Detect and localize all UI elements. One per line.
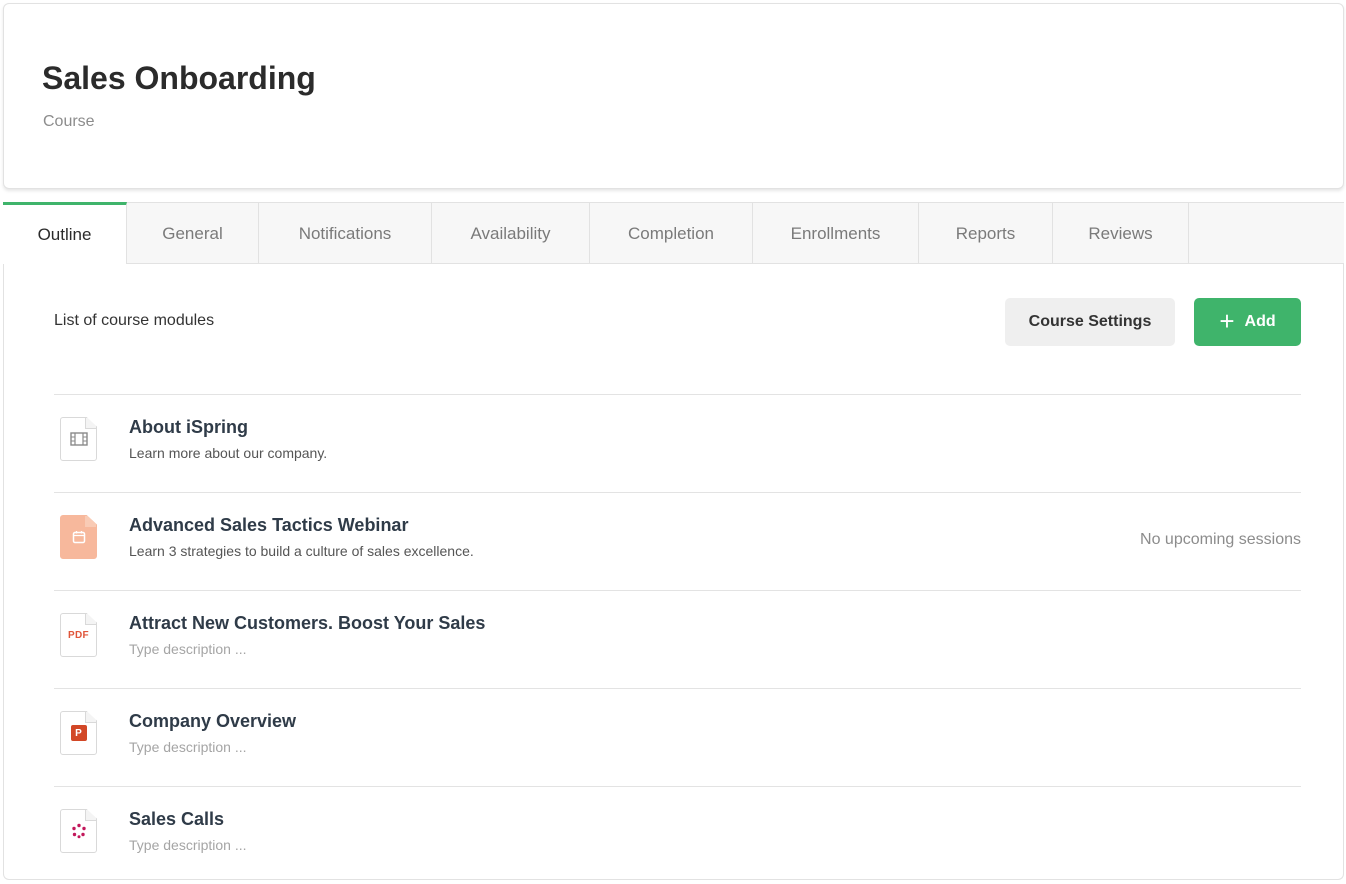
tab-reports[interactable]: Reports	[919, 203, 1053, 264]
ispring-interaction-icon	[60, 809, 97, 853]
video-file-icon	[60, 417, 97, 461]
webinar-calendar-icon	[60, 515, 97, 559]
course-settings-button[interactable]: Course Settings	[1005, 298, 1175, 346]
plus-icon: +	[1219, 306, 1235, 336]
tab-notifications[interactable]: Notifications	[259, 203, 432, 264]
tab-general[interactable]: General	[127, 203, 259, 264]
course-header: Sales Onboarding Course	[3, 3, 1344, 189]
tab-availability[interactable]: Availability	[432, 203, 590, 264]
page-title: Sales Onboarding	[42, 60, 316, 96]
powerpoint-file-icon: P	[60, 711, 97, 755]
module-title[interactable]: About iSpring	[129, 417, 248, 438]
module-item[interactable]: P Company Overview Type description ...	[54, 688, 1301, 786]
module-list: About iSpring Learn more about our compa…	[54, 394, 1301, 884]
tab-outline[interactable]: Outline	[3, 202, 127, 264]
module-title[interactable]: Company Overview	[129, 711, 296, 732]
pdf-label: PDF	[68, 629, 89, 641]
tab-enrollments[interactable]: Enrollments	[753, 203, 919, 264]
module-item[interactable]: About iSpring Learn more about our compa…	[54, 394, 1301, 492]
list-caption: List of course modules	[54, 312, 215, 329]
add-button-label: Add	[1244, 313, 1276, 330]
module-title[interactable]: Sales Calls	[129, 809, 224, 830]
tab-reviews[interactable]: Reviews	[1053, 203, 1189, 264]
module-description: Type description ...	[129, 641, 247, 657]
module-item[interactable]: Sales Calls Type description ...	[54, 786, 1301, 884]
page-subtitle: Course	[43, 113, 95, 130]
module-description: Learn more about our company.	[129, 445, 328, 461]
tab-bar: Outline General Notifications Availabili…	[3, 202, 1344, 264]
module-status: No upcoming sessions	[1140, 531, 1301, 548]
tab-completion[interactable]: Completion	[590, 203, 753, 264]
module-description: Learn 3 strategies to build a culture of…	[129, 543, 474, 559]
module-item[interactable]: PDF Attract New Customers. Boost Your Sa…	[54, 590, 1301, 688]
module-title[interactable]: Attract New Customers. Boost Your Sales	[129, 613, 485, 634]
ppt-label: P	[70, 725, 87, 741]
module-item[interactable]: Advanced Sales Tactics Webinar Learn 3 s…	[54, 492, 1301, 590]
pdf-file-icon: PDF	[60, 613, 97, 657]
module-description: Type description ...	[129, 837, 247, 853]
add-button[interactable]: + Add	[1194, 298, 1301, 346]
module-title[interactable]: Advanced Sales Tactics Webinar	[129, 515, 408, 536]
module-description: Type description ...	[129, 739, 247, 755]
